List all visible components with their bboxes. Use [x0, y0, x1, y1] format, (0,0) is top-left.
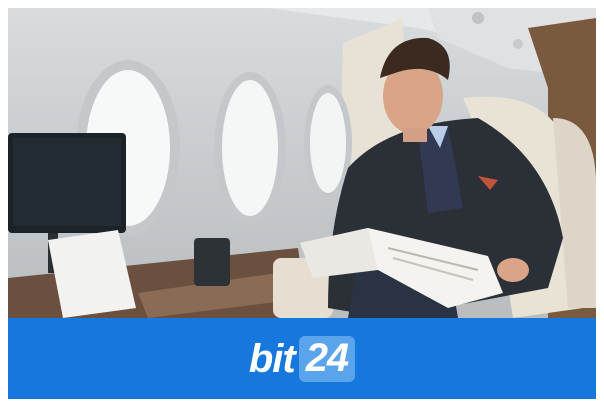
cabin-photo — [8, 8, 596, 318]
menu-card — [48, 230, 136, 318]
cabin-scene — [8, 8, 596, 318]
right-hand — [497, 258, 529, 282]
brand-logo[interactable]: bit 24 — [248, 335, 356, 382]
ad-card[interactable]: bit 24 — [8, 8, 596, 399]
logo-number-badge: 24 — [298, 335, 356, 382]
brand-bar: bit 24 — [8, 318, 596, 399]
tissue-box — [194, 238, 230, 286]
man-neck — [403, 128, 427, 142]
airplane-window-icon — [214, 72, 286, 224]
logo-word: bit — [248, 336, 296, 381]
